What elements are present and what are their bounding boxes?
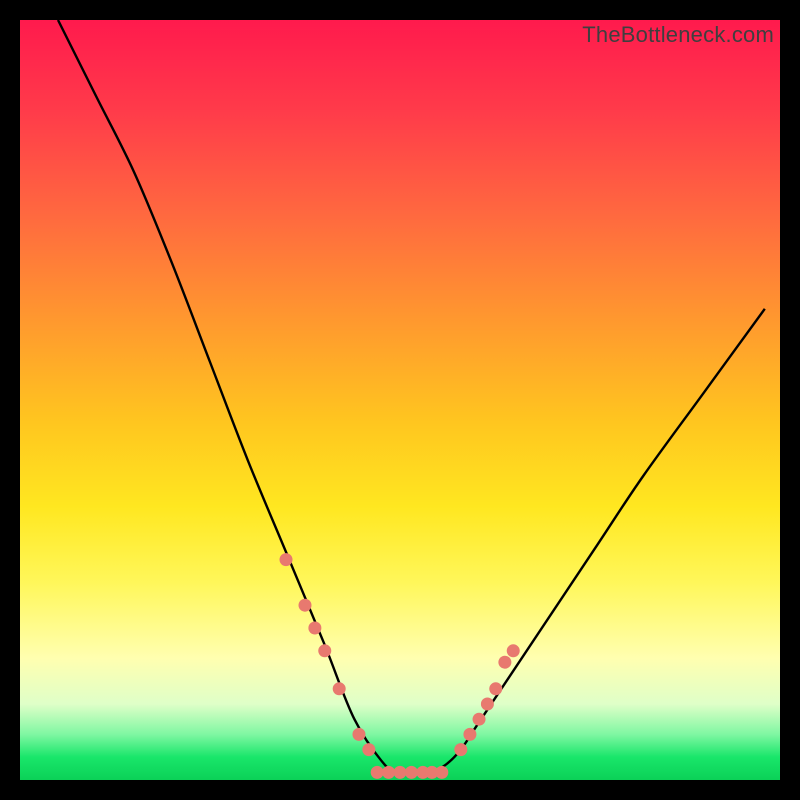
bottleneck-curve: [58, 20, 765, 773]
curve-marker: [352, 728, 365, 741]
curve-marker: [280, 553, 293, 566]
curve-marker: [435, 766, 448, 779]
curve-layer: [20, 20, 780, 780]
curve-marker: [371, 766, 384, 779]
curve-marker: [308, 622, 321, 635]
plot-area: TheBottleneck.com: [20, 20, 780, 780]
watermark-text: TheBottleneck.com: [582, 22, 774, 48]
curve-marker: [394, 766, 407, 779]
chart-frame: TheBottleneck.com: [20, 20, 780, 780]
curve-markers: [280, 553, 520, 779]
curve-marker: [362, 743, 375, 756]
curve-marker: [333, 682, 346, 695]
curve-marker: [405, 766, 418, 779]
curve-marker: [489, 682, 502, 695]
curve-marker: [473, 713, 486, 726]
curve-marker: [463, 728, 476, 741]
curve-marker: [454, 743, 467, 756]
bottleneck-curve-path: [58, 20, 765, 773]
curve-marker: [318, 644, 331, 657]
curve-marker: [481, 698, 494, 711]
curve-marker: [382, 766, 395, 779]
curve-marker: [507, 644, 520, 657]
curve-marker: [498, 656, 511, 669]
curve-marker: [299, 599, 312, 612]
